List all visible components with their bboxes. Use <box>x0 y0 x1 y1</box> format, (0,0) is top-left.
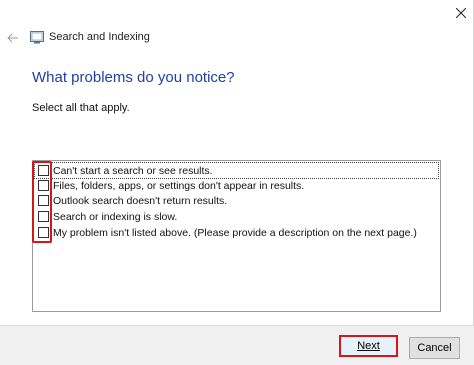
option-label: Search or indexing is slow. <box>53 210 178 223</box>
option-outlook-search[interactable]: Outlook search doesn't return results. <box>35 193 227 208</box>
problems-checklist: Can't start a search or see results. Fil… <box>32 160 441 312</box>
option-items-not-in-results[interactable]: Files, folders, apps, or settings don't … <box>35 178 304 193</box>
option-label: My problem isn't listed above. (Please p… <box>53 226 417 239</box>
troubleshooter-app-icon <box>30 31 44 44</box>
cancel-button[interactable]: Cancel <box>409 337 460 359</box>
troubleshooter-window: Search and Indexing What problems do you… <box>0 0 474 365</box>
checkbox[interactable] <box>38 165 49 176</box>
close-icon <box>456 8 466 18</box>
option-search-slow[interactable]: Search or indexing is slow. <box>35 209 177 224</box>
next-button[interactable]: Next <box>339 335 398 357</box>
title-bar: Search and Indexing <box>0 0 474 74</box>
option-not-listed[interactable]: My problem isn't listed above. (Please p… <box>35 225 417 240</box>
option-label: Can't start a search or see results. <box>53 164 213 177</box>
option-cant-start-search[interactable]: Can't start a search or see results. <box>34 162 439 179</box>
option-label: Outlook search doesn't return results. <box>53 194 228 207</box>
checkbox[interactable] <box>38 180 49 191</box>
option-label: Files, folders, apps, or settings don't … <box>53 179 305 192</box>
checkbox[interactable] <box>38 195 49 206</box>
back-button[interactable] <box>3 30 23 46</box>
instruction-text: Select all that apply. <box>32 102 130 114</box>
cancel-button-label: Cancel <box>417 342 452 354</box>
page-heading: What problems do you notice? <box>32 69 235 86</box>
next-button-label: Next <box>357 340 380 352</box>
footer-bar: Next Cancel <box>0 325 474 365</box>
close-button[interactable] <box>448 0 474 26</box>
checkbox[interactable] <box>38 227 49 238</box>
window-title: Search and Indexing <box>49 31 150 43</box>
checkbox[interactable] <box>38 211 49 222</box>
back-arrow-icon <box>7 33 18 43</box>
